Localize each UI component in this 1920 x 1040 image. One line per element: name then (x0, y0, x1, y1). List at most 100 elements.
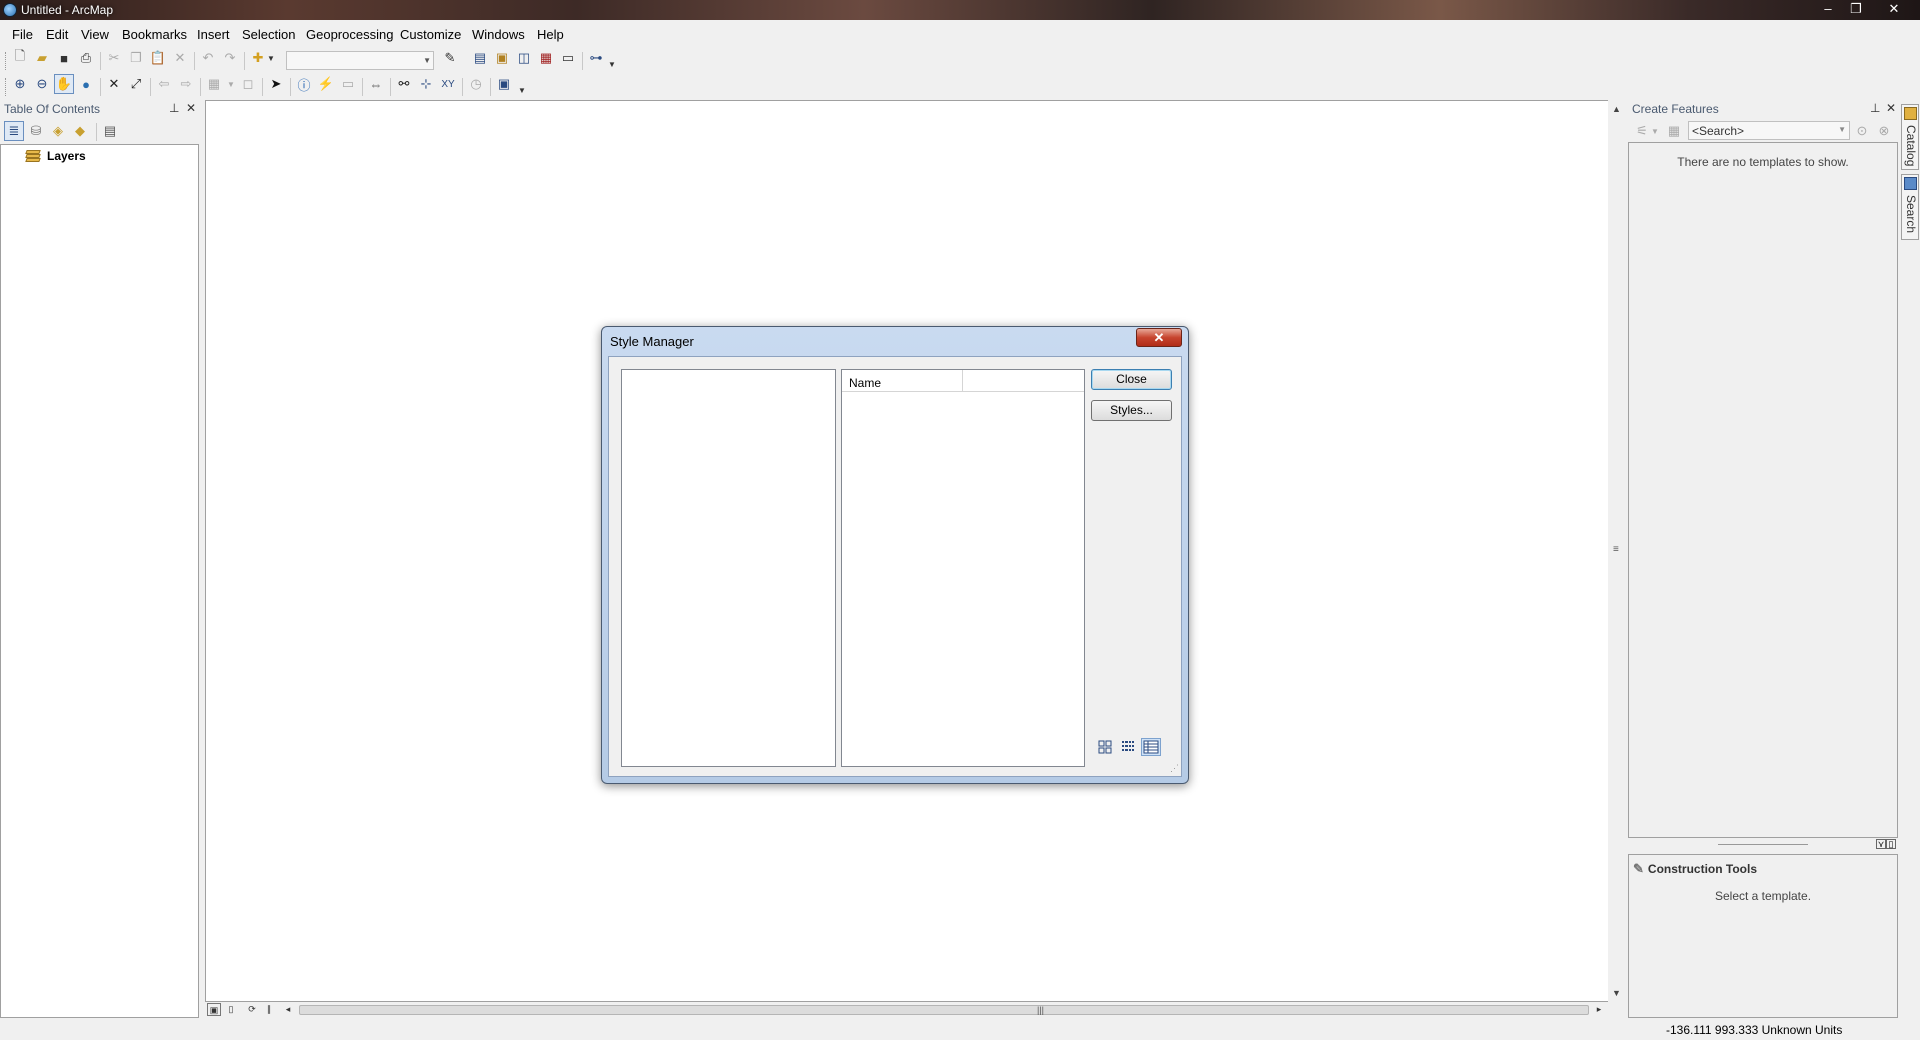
scroll-up-icon[interactable]: ▲ (1612, 104, 1621, 114)
find-binoculars-icon[interactable]: ⚯ (394, 74, 414, 94)
search-go-icon[interactable]: ⊙ (1852, 121, 1872, 141)
full-extent-globe-icon[interactable]: ● (76, 74, 96, 94)
add-data-icon[interactable]: ✚ (248, 48, 268, 68)
undo-icon[interactable]: ↶ (198, 48, 218, 68)
print-icon[interactable]: ⎙ (76, 48, 96, 68)
menu-view[interactable]: View (81, 27, 109, 42)
styles-button[interactable]: Styles... (1091, 400, 1172, 421)
go-to-xy-icon[interactable]: XY (438, 74, 458, 94)
search-window-icon[interactable]: ◫ (514, 48, 534, 68)
toolbar-grip[interactable] (5, 78, 8, 96)
add-data-dropdown-icon[interactable]: ▼ (266, 48, 276, 68)
data-view-icon[interactable]: ▣ (207, 1003, 221, 1016)
scroll-grip-icon[interactable]: ||| (1037, 1005, 1044, 1015)
close-window-button[interactable]: ✕ (1884, 1, 1904, 17)
hyperlink-icon[interactable]: ⚡ (316, 74, 336, 94)
identify-icon[interactable]: ⓘ (294, 74, 314, 94)
toolbar-grip[interactable] (5, 52, 8, 70)
pause-drawing-icon[interactable]: ∥ (262, 1003, 276, 1016)
map-vertical-scrollbar[interactable]: ▲ ≡ ▼ (1608, 100, 1625, 1002)
pin-icon[interactable]: ⊥ (169, 101, 179, 115)
menu-windows[interactable]: Windows (472, 27, 525, 42)
scroll-left-icon[interactable]: ◂ (281, 1003, 295, 1016)
large-icons-view-icon[interactable] (1095, 738, 1115, 756)
refresh-icon[interactable]: ⟳ (245, 1003, 259, 1016)
arctoolbox-icon[interactable]: ▦ (536, 48, 556, 68)
select-by-rectangle-icon[interactable]: ▦ (204, 74, 224, 94)
close-button[interactable]: Close (1091, 369, 1172, 390)
column-header-blank[interactable] (963, 370, 1084, 392)
copy-icon[interactable]: ❐ (126, 48, 146, 68)
close-icon[interactable]: ✕ (186, 101, 196, 115)
redo-icon[interactable]: ↷ (220, 48, 240, 68)
organize-templates-icon[interactable]: ⚟ (1632, 121, 1652, 141)
split-layout-icon[interactable]: ▯ (1886, 839, 1896, 849)
paste-icon[interactable]: 📋 (148, 48, 168, 68)
fixed-zoom-in-icon[interactable]: ✕ (104, 74, 124, 94)
clear-selection-icon[interactable]: ◻ (238, 74, 258, 94)
toc-tree[interactable]: Layers (0, 144, 199, 1018)
map-scale-combobox[interactable]: ▼ (286, 51, 434, 70)
list-by-selection-icon[interactable]: ◆ (70, 121, 90, 141)
time-slider-icon[interactable]: ◷ (466, 74, 486, 94)
tab-catalog[interactable]: Catalog (1901, 104, 1919, 170)
scroll-right-icon[interactable]: ▸ (1592, 1003, 1606, 1016)
clear-search-icon[interactable]: ⊗ (1874, 121, 1894, 141)
menu-selection[interactable]: Selection (242, 27, 295, 42)
template-search-input[interactable]: <Search> ▼ (1688, 121, 1850, 140)
toc-options-icon[interactable]: ▤ (100, 121, 120, 141)
new-document-icon[interactable]: 🗋 (10, 48, 30, 68)
python-window-icon[interactable]: ▭ (558, 48, 578, 68)
minimize-button[interactable]: ‒ (1818, 1, 1838, 17)
save-icon[interactable]: ■ (54, 48, 74, 68)
panel-splitter[interactable]: ⋎ ▯ (1628, 838, 1898, 854)
toolbar-overflow-icon[interactable]: ▼ (608, 60, 616, 74)
menu-edit[interactable]: Edit (46, 27, 68, 42)
pan-hand-icon[interactable]: ✋ (54, 74, 74, 94)
zoom-out-icon[interactable]: ⊖ (32, 74, 52, 94)
toolbar-overflow-icon[interactable]: ▼ (518, 86, 526, 100)
html-popup-icon[interactable]: ▭ (338, 74, 358, 94)
menu-geoprocessing[interactable]: Geoprocessing (306, 27, 393, 42)
open-folder-icon[interactable]: ▰ (32, 48, 52, 68)
close-icon[interactable]: ✕ (1886, 101, 1896, 115)
organize-dropdown-icon[interactable]: ▼ (1650, 121, 1660, 141)
back-extent-icon[interactable]: ⇦ (154, 74, 174, 94)
list-by-drawing-order-icon[interactable]: ≣ (4, 121, 24, 141)
list-by-source-icon[interactable]: ⛁ (26, 121, 46, 141)
menu-bookmarks[interactable]: Bookmarks (122, 27, 187, 42)
zoom-in-icon[interactable]: ⊕ (10, 74, 30, 94)
resize-grip-icon[interactable]: ⋰ (1170, 763, 1179, 774)
delete-icon[interactable]: ✕ (170, 48, 190, 68)
select-dropdown-icon[interactable]: ▼ (226, 74, 236, 94)
dialog-close-icon[interactable]: ✕ (1136, 328, 1182, 347)
list-by-visibility-icon[interactable]: ◈ (48, 121, 68, 141)
list-view-icon[interactable] (1118, 738, 1138, 756)
menu-insert[interactable]: Insert (197, 27, 230, 42)
menu-customize[interactable]: Customize (400, 27, 461, 42)
collapse-icon[interactable]: ⋎ (1876, 839, 1886, 849)
find-route-icon[interactable]: ⊹ (416, 74, 436, 94)
editor-toolbar-icon[interactable]: ✎ (440, 48, 460, 68)
toc-layers-node[interactable]: Layers (25, 149, 86, 163)
menu-file[interactable]: File (12, 27, 33, 42)
cut-icon[interactable]: ✂ (104, 48, 124, 68)
layout-view-icon[interactable]: ▯ (224, 1003, 238, 1016)
tab-search[interactable]: Search (1901, 174, 1919, 240)
create-viewer-window-icon[interactable]: ▣ (494, 74, 514, 94)
map-horizontal-scrollbar[interactable]: ||| (299, 1005, 1589, 1015)
pin-icon[interactable]: ⊥ (1870, 101, 1880, 115)
catalog-window-icon[interactable]: ▣ (492, 48, 512, 68)
scroll-down-icon[interactable]: ▼ (1612, 988, 1621, 998)
column-header-name[interactable]: Name (842, 370, 963, 392)
style-folder-tree[interactable] (621, 369, 836, 767)
restore-button[interactable]: ❐ (1846, 1, 1866, 17)
fixed-zoom-out-icon[interactable]: ⤢ (126, 74, 146, 94)
measure-icon[interactable]: ⇔ (366, 74, 386, 94)
table-of-contents-window-icon[interactable]: ▤ (470, 48, 490, 68)
menu-help[interactable]: Help (537, 27, 564, 42)
select-elements-arrow-icon[interactable]: ➤ (266, 74, 286, 94)
templates-view-icon[interactable]: ▦ (1664, 121, 1684, 141)
modelbuilder-icon[interactable]: ⊶ (586, 48, 606, 68)
templates-list[interactable]: There are no templates to show. (1628, 142, 1898, 838)
